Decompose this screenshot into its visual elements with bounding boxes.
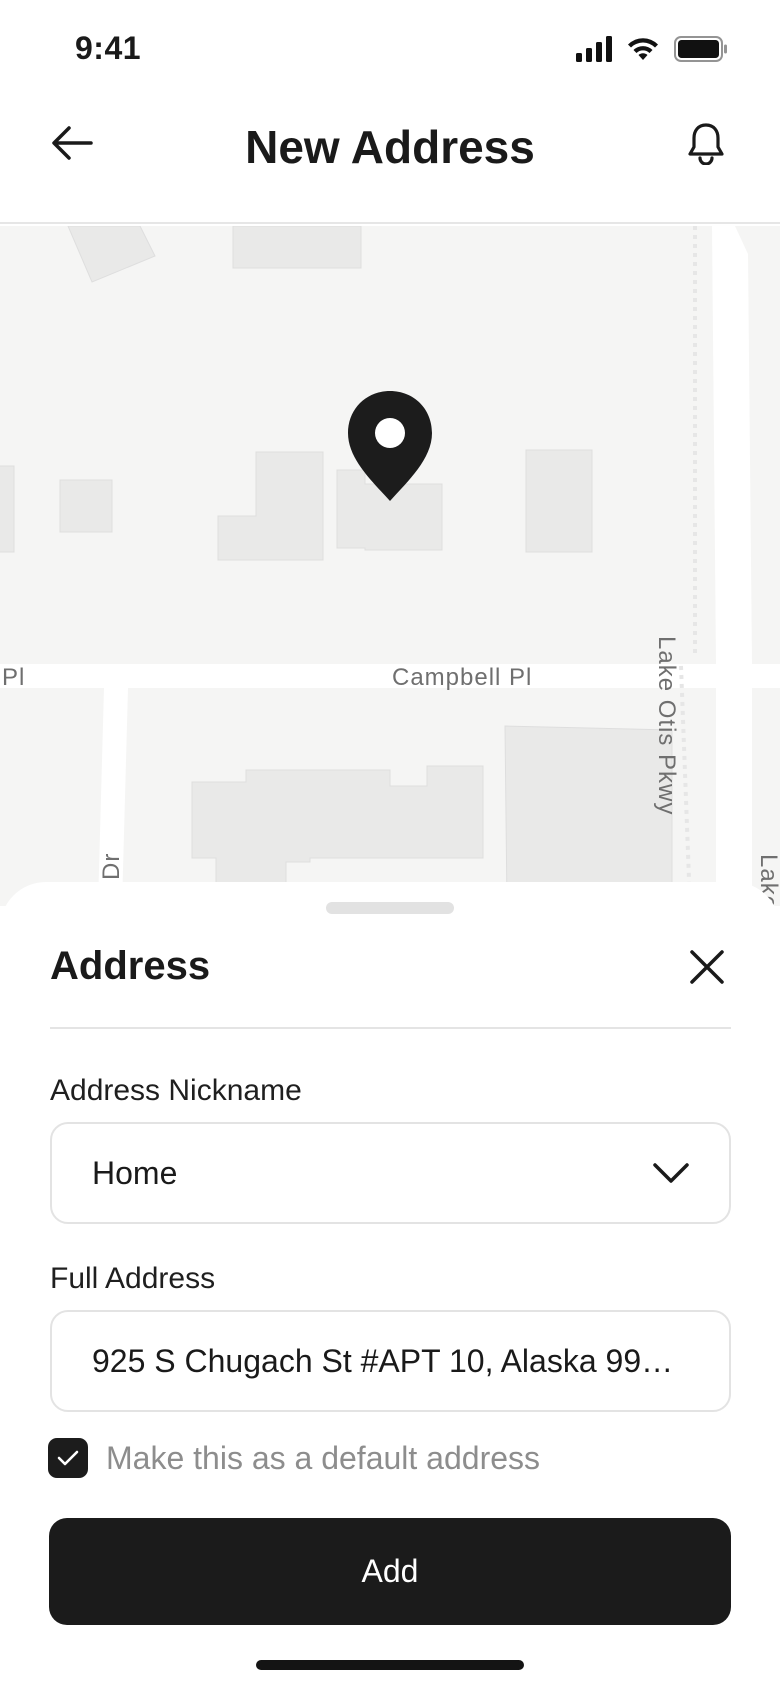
- street-label-campbell-pl-left: Pl: [2, 664, 26, 691]
- full-address-value: 925 S Chugach St #APT 10, Alaska 99645: [92, 1342, 689, 1379]
- sheet-drag-handle[interactable]: [326, 902, 454, 914]
- nickname-label: Address Nickname: [50, 1074, 302, 1107]
- street-label-lake-otis-pkwy: Lake Otis Pkwy: [653, 636, 680, 816]
- notification-button[interactable]: [676, 115, 736, 175]
- default-address-row[interactable]: Make this as a default address: [48, 1438, 540, 1478]
- street-label-dr: Dr: [98, 852, 125, 880]
- default-address-checkbox[interactable]: [48, 1438, 88, 1478]
- chevron-down-icon: [653, 1155, 689, 1192]
- sheet-divider: [50, 1027, 731, 1029]
- bell-icon: [686, 121, 726, 170]
- home-indicator: [256, 1660, 524, 1670]
- nickname-value: Home: [92, 1154, 178, 1191]
- close-button[interactable]: [680, 942, 734, 996]
- wifi-icon: [626, 36, 660, 67]
- full-address-field[interactable]: 925 S Chugach St #APT 10, Alaska 99645: [50, 1310, 731, 1412]
- check-icon: [57, 1450, 79, 1466]
- street-label-campbell-pl: Campbell Pl: [392, 664, 533, 691]
- close-icon: [689, 949, 725, 990]
- page-title: New Address: [245, 121, 535, 173]
- map-pin-icon[interactable]: [346, 389, 434, 508]
- status-icons: [576, 35, 728, 67]
- cellular-signal-icon: [576, 35, 612, 67]
- nickname-select[interactable]: Home: [50, 1122, 731, 1224]
- header: New Address: [0, 96, 780, 224]
- sheet-title: Address: [50, 944, 211, 988]
- status-time: 9:41: [75, 30, 142, 66]
- battery-icon: [674, 35, 728, 67]
- map-view[interactable]: Pl Campbell Pl Lake Otis Pkwy Lake Dr: [0, 226, 780, 906]
- default-address-label: Make this as a default address: [106, 1439, 541, 1476]
- full-address-label: Full Address: [50, 1262, 216, 1295]
- add-button[interactable]: Add: [49, 1518, 731, 1625]
